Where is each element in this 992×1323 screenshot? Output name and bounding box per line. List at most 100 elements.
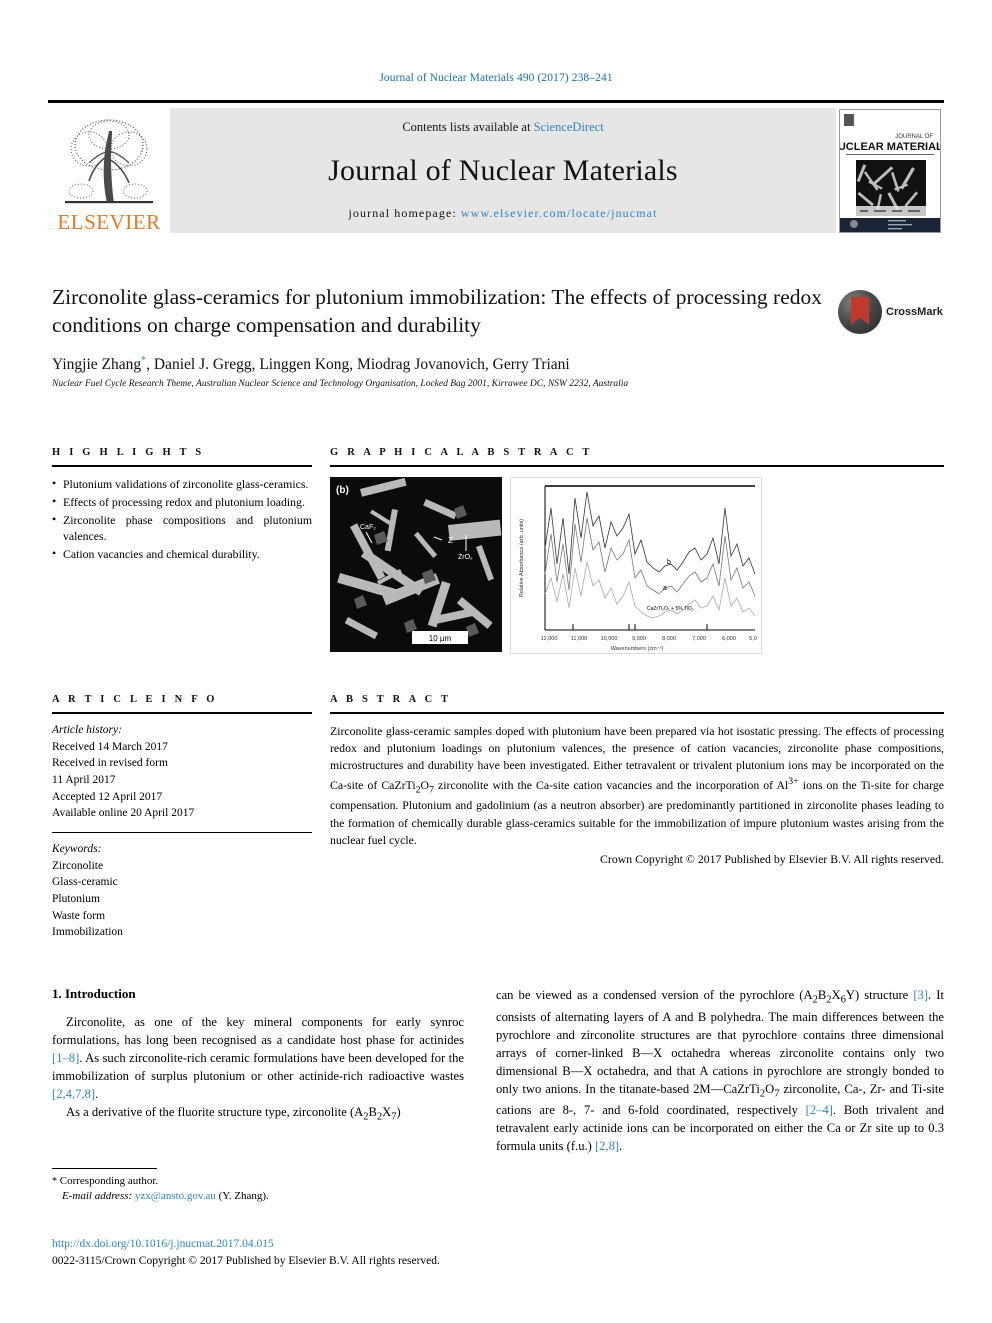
- abstract-sup-1: 3+: [788, 775, 799, 787]
- history-online: Available online 20 April 2017: [52, 807, 195, 820]
- affiliation: Nuclear Fuel Cycle Research Theme, Austr…: [52, 379, 629, 390]
- p2-a: As a derivative of the fluorite structur…: [66, 1105, 364, 1119]
- article-info-section: A R T I C L E I N F O Article history: R…: [52, 694, 312, 941]
- svg-text:Wavenumbers (cm⁻¹): Wavenumbers (cm⁻¹): [611, 646, 664, 652]
- doi-link[interactable]: http://dx.doi.org/10.1016/j.jnucmat.2017…: [52, 1236, 552, 1253]
- section-name: Introduction: [65, 986, 136, 1001]
- citation-ref[interactable]: [3]: [913, 988, 928, 1002]
- svg-text:10,000: 10,000: [601, 636, 618, 642]
- email-link[interactable]: yzx@ansto.gov.au: [135, 1190, 216, 1202]
- journal-cover-art: JOURNAL OF NUCLEAR MATERIALS: [840, 109, 940, 232]
- svg-text:JOURNAL OF: JOURNAL OF: [895, 134, 933, 140]
- elsevier-tree-icon: [65, 119, 153, 204]
- masthead-center: Contents lists available at ScienceDirec…: [170, 108, 836, 233]
- svg-text:ZrO₂: ZrO₂: [458, 554, 473, 561]
- crossmark-label: CrossMark: [886, 306, 943, 318]
- doi-block: http://dx.doi.org/10.1016/j.jnucmat.2017…: [52, 1236, 552, 1269]
- p2-b: B: [368, 1105, 377, 1119]
- p1-b: . As such zirconolite-rich ceramic formu…: [52, 1051, 464, 1083]
- list-item: Zirconolite phase compositions and pluto…: [52, 511, 312, 546]
- p2c-c: X: [831, 988, 841, 1002]
- svg-text:Z: Z: [448, 536, 453, 545]
- journal-cover-thumbnail: JOURNAL OF NUCLEAR MATERIALS: [839, 108, 941, 233]
- svg-text:8,000: 8,000: [662, 636, 676, 642]
- author-list: Yingjie Zhang*, Daniel J. Gregg, Linggen…: [52, 355, 822, 374]
- history-revised: Received in revised form: [52, 757, 168, 770]
- highlights-list: Plutonium validations of zirconolite gla…: [52, 475, 312, 563]
- svg-text:11,000: 11,000: [571, 636, 587, 642]
- svg-text:b: b: [667, 559, 671, 566]
- highlights-rule: [52, 465, 312, 467]
- highlights-heading: H I G H L I G H T S: [52, 447, 205, 458]
- article-info-rule: [52, 712, 312, 714]
- title-block: Zirconolite glass-ceramics for plutonium…: [52, 284, 822, 389]
- svg-text:Relative Absorbance (arb. unit: Relative Absorbance (arb. units): [519, 519, 525, 597]
- svg-text:CaZrTi₂O₇ + 5% TiO₂: CaZrTi₂O₇ + 5% TiO₂: [647, 606, 694, 612]
- p2c-b: B: [817, 988, 827, 1002]
- p2-d: ): [396, 1105, 401, 1119]
- p2c-i: .: [619, 1139, 623, 1154]
- journal-title: Journal of Nuclear Materials: [328, 153, 678, 187]
- abstract-heading: A B S T R A C T: [330, 694, 452, 705]
- footnote-rule: [52, 1168, 157, 1169]
- keywords-block: Keywords: Zirconolite Glass-ceramic Plut…: [52, 841, 312, 941]
- section-title-introduction: 1. Introduction: [52, 986, 464, 1002]
- elsevier-wordmark: ELSEVIER: [57, 210, 161, 234]
- homepage-prefix: journal homepage:: [348, 206, 461, 220]
- citation-ref[interactable]: [2,4,7,8]: [52, 1087, 95, 1101]
- abstract-body: Zirconolite glass-ceramic samples doped …: [330, 723, 944, 849]
- graphical-abstract-heading: G R A P H I C A L A B S T R A C T: [330, 447, 593, 458]
- keyword-item: Immobilization: [52, 926, 123, 939]
- section-number: 1.: [52, 986, 62, 1001]
- article-info-heading: A R T I C L E I N F O: [52, 694, 218, 705]
- journal-homepage-line: journal homepage: www.elsevier.com/locat…: [348, 206, 657, 221]
- svg-text:6,000: 6,000: [722, 636, 736, 642]
- svg-text:10 μm: 10 μm: [429, 634, 452, 643]
- graphical-abstract-figure: (b) CaF₂ Z ZrO₂ 10 μm 12,000 11,000 10,0…: [330, 477, 944, 654]
- introduction-left-column: 1. Introduction Zirconolite, as one of t…: [52, 986, 464, 1125]
- svg-text:9,000: 9,000: [632, 636, 646, 642]
- p2c-a: can be viewed as a condensed version of …: [496, 988, 813, 1002]
- crossmark-badge-group[interactable]: CrossMark: [838, 289, 943, 335]
- p1-c: .: [95, 1087, 99, 1101]
- email-label: E-mail address:: [62, 1190, 133, 1203]
- citation-ref[interactable]: [1–8]: [52, 1051, 79, 1065]
- journal-cover-cell: JOURNAL OF NUCLEAR MATERIALS: [836, 108, 944, 233]
- email-suffix: (Y. Zhang).: [215, 1190, 269, 1203]
- history-revised-date: 11 April 2017: [52, 774, 116, 787]
- keyword-item: Glass-ceramic: [52, 876, 118, 889]
- p2-c: X: [382, 1105, 392, 1119]
- corresponding-author-text: Corresponding author.: [57, 1175, 159, 1187]
- abstract-part-2: O: [420, 777, 430, 792]
- email-line: E-mail address: yzx@ansto.gov.au (Y. Zha…: [52, 1189, 464, 1204]
- running-head: Journal of Nuclear Materials 490 (2017) …: [379, 72, 613, 84]
- homepage-link[interactable]: www.elsevier.com/locate/jnucmat: [461, 206, 658, 220]
- list-item: Plutonium validations of zirconolite gla…: [52, 475, 312, 493]
- keywords-label: Keywords:: [52, 843, 102, 856]
- paper-page: Journal of Nuclear Materials 490 (2017) …: [0, 0, 992, 1323]
- page-title: Zirconolite glass-ceramics for plutonium…: [52, 285, 823, 337]
- contents-available-line: Contents lists available at ScienceDirec…: [402, 120, 603, 135]
- highlights-section: H I G H L I G H T S Plutonium validation…: [52, 447, 312, 564]
- svg-text:(b): (b): [336, 485, 349, 496]
- keyword-item: Zirconolite: [52, 859, 104, 872]
- svg-text:12,000: 12,000: [541, 636, 558, 642]
- svg-text:CaF₂: CaF₂: [360, 524, 376, 531]
- graphical-abstract-rule: [330, 465, 944, 467]
- p2c-e: . It consists of alternating layers of A…: [496, 988, 944, 1096]
- svg-text:7,000: 7,000: [692, 636, 706, 642]
- p1-a: Zirconolite, as one of the key mineral c…: [52, 1015, 464, 1047]
- corresponding-author-line: * Corresponding author.: [52, 1174, 464, 1189]
- intro-paragraph-1: Zirconolite, as one of the key mineral c…: [52, 1013, 464, 1103]
- elsevier-logo: ELSEVIER: [48, 108, 170, 233]
- citation-ref[interactable]: [2–4]: [806, 1103, 833, 1117]
- sem-micrograph-art: (b) CaF₂ Z ZrO₂ 10 μm: [330, 477, 502, 652]
- issn-copyright: 0022-3115/Crown Copyright © 2017 Publish…: [52, 1254, 440, 1267]
- intro-paragraph-2: As a derivative of the fluorite structur…: [52, 1103, 464, 1125]
- abstract-copyright: Crown Copyright © 2017 Published by Else…: [600, 851, 944, 866]
- contents-prefix: Contents lists available at: [402, 120, 534, 134]
- citation-ref[interactable]: [2,8]: [595, 1139, 619, 1153]
- sciencedirect-link[interactable]: ScienceDirect: [534, 120, 604, 134]
- list-item: Effects of processing redox and plutoniu…: [52, 493, 312, 511]
- abstract-section: A B S T R A C T Zirconolite glass-cerami…: [330, 694, 944, 867]
